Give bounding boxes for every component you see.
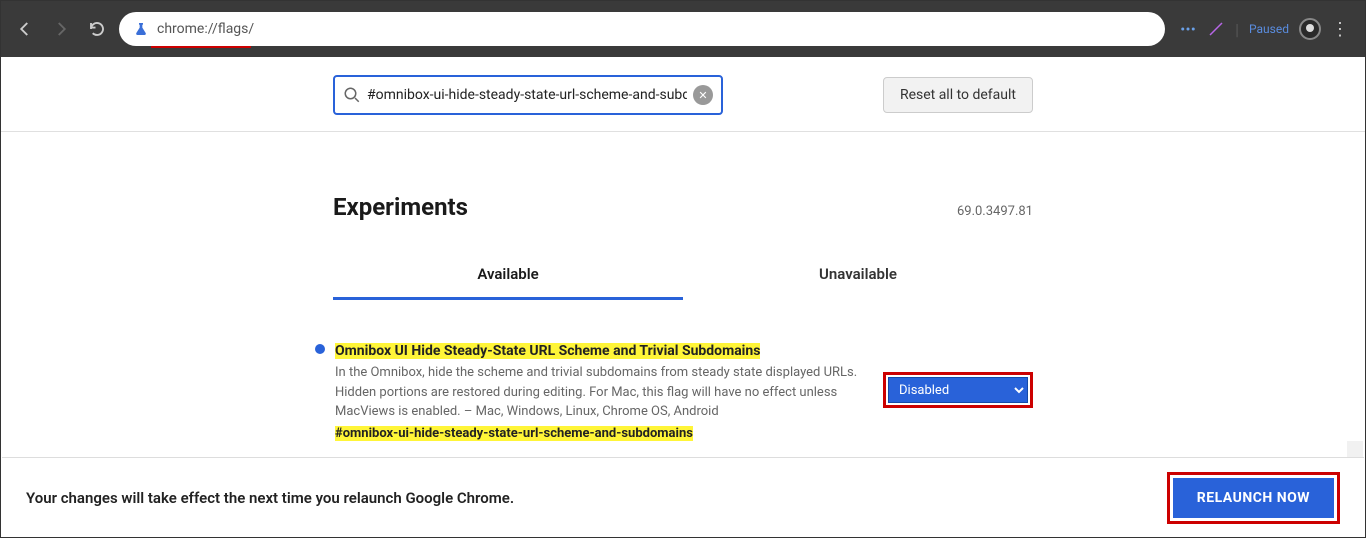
forward-button[interactable] <box>47 15 75 43</box>
tabs: Available Unavailable <box>333 251 1033 300</box>
tab-unavailable[interactable]: Unavailable <box>683 251 1033 300</box>
annotation-underline <box>151 46 251 48</box>
annotation-highlight: Disabled <box>883 372 1033 408</box>
browser-menu-button[interactable]: ⋮ <box>1331 19 1349 40</box>
extension-icon-2[interactable] <box>1207 20 1225 38</box>
flag-item: Omnibox UI Hide Steady-State URL Scheme … <box>333 340 1033 441</box>
flag-modified-indicator <box>315 344 325 354</box>
chrome-version: 69.0.3497.81 <box>957 204 1033 219</box>
url-text: chrome://flags/ <box>157 21 254 37</box>
flags-search-box[interactable]: ✕ <box>333 75 723 115</box>
divider <box>1 131 1365 132</box>
paused-label[interactable]: Paused <box>1249 22 1289 36</box>
relaunch-bar: Your changes will take effect the next t… <box>2 457 1364 537</box>
profile-avatar[interactable] <box>1299 18 1321 40</box>
page-heading: Experiments <box>333 193 468 221</box>
page-content: ✕ Reset all to default Experiments 69.0.… <box>1 57 1365 441</box>
flag-title: Omnibox UI Hide Steady-State URL Scheme … <box>335 343 760 359</box>
flag-description: In the Omnibox, hide the scheme and triv… <box>335 363 873 422</box>
reset-all-button[interactable]: Reset all to default <box>883 77 1033 113</box>
flag-anchor-link[interactable]: #omnibox-ui-hide-steady-state-url-scheme… <box>335 426 693 441</box>
flask-icon <box>133 21 149 37</box>
back-button[interactable] <box>11 15 39 43</box>
reload-button[interactable] <box>83 15 111 43</box>
tab-available[interactable]: Available <box>333 251 683 300</box>
flag-state-select[interactable]: Disabled <box>888 377 1028 403</box>
clear-search-button[interactable]: ✕ <box>693 85 713 105</box>
annotation-highlight: RELAUNCH NOW <box>1167 472 1340 524</box>
relaunch-button[interactable]: RELAUNCH NOW <box>1173 478 1334 518</box>
address-bar[interactable]: chrome://flags/ <box>119 12 1165 46</box>
relaunch-message: Your changes will take effect the next t… <box>26 489 514 507</box>
search-icon <box>343 86 361 104</box>
browser-toolbar: chrome://flags/ | Paused ⋮ <box>1 1 1365 57</box>
browser-right: | Paused ⋮ <box>1173 18 1355 40</box>
flags-search-input[interactable] <box>367 87 687 103</box>
extension-icon[interactable] <box>1179 20 1197 38</box>
